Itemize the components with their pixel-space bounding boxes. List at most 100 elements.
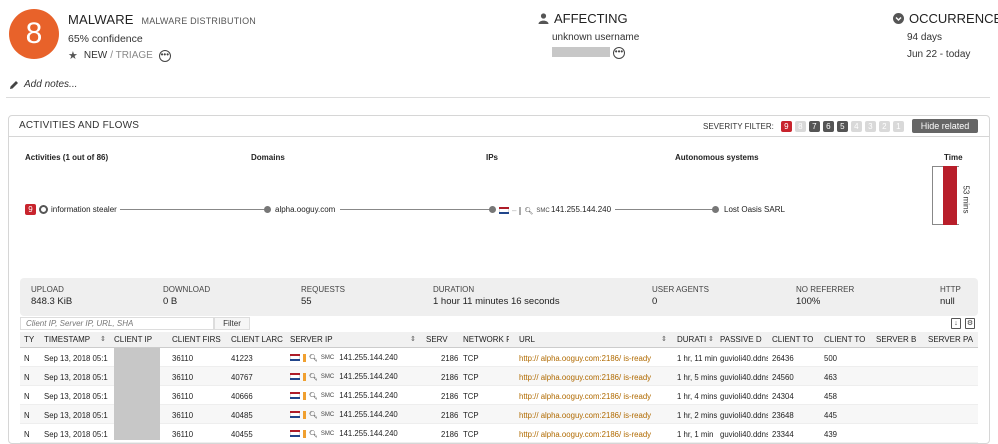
severity-chip-1[interactable]: 1	[892, 121, 904, 132]
cell-server-port: 2186	[441, 373, 459, 382]
column-header[interactable]: CLIENT FIRS	[172, 335, 222, 344]
flow-search-input[interactable]	[20, 317, 214, 330]
search-icon[interactable]: 🔍︎	[309, 430, 318, 438]
column-header[interactable]: SERVER PA	[928, 335, 974, 344]
activity-label[interactable]: information stealer	[51, 205, 117, 214]
severity-chip-9[interactable]: 9	[780, 121, 792, 132]
cell-server-port: 2186	[441, 354, 459, 363]
hide-related-button[interactable]: Hide related	[912, 119, 978, 133]
column-header[interactable]: TIMESTAMP	[44, 335, 100, 344]
column-header[interactable]: SERV	[426, 335, 450, 344]
column-header[interactable]: CLIENT LARC	[231, 335, 283, 344]
column-header[interactable]: TY	[24, 335, 38, 344]
column-header[interactable]: SERVER B	[876, 335, 920, 344]
cell-url[interactable]: http:// alpha.ooguy.com:2186/ is-ready	[519, 354, 651, 363]
url-host[interactable]: alpha.ooguy.com:2186	[541, 373, 619, 382]
search-icon[interactable]: 🔍︎	[309, 392, 318, 400]
column-header[interactable]: CLIENT TO	[824, 335, 868, 344]
column-header[interactable]: DURATI	[677, 335, 707, 344]
activity-node-icon[interactable]	[39, 205, 48, 214]
sort-icon[interactable]: ⇕	[708, 335, 714, 343]
url-scheme[interactable]: http://	[519, 373, 539, 382]
more-options-icon[interactable]: •••	[613, 47, 625, 59]
search-icon[interactable]: 🔍︎	[309, 354, 318, 362]
cell-url[interactable]: http:// alpha.ooguy.com:2186/ is-ready	[519, 373, 651, 382]
sort-icon[interactable]: ⇕	[410, 335, 416, 343]
domain-label[interactable]: alpha.ooguy.com	[275, 205, 335, 214]
url-scheme[interactable]: http://	[519, 354, 539, 363]
server-ip-text[interactable]: 141.255.144.240	[339, 391, 398, 400]
severity-chip-2[interactable]: 2	[878, 121, 890, 132]
column-header[interactable]: NETWORK F	[463, 335, 509, 344]
url-scheme[interactable]: http://	[519, 411, 539, 420]
cell-client-first: 36110	[172, 392, 194, 401]
severity-chip-8[interactable]: 8	[794, 121, 806, 132]
occurrence-range: Jun 22 - today	[907, 49, 971, 60]
column-header[interactable]: URL	[519, 335, 639, 344]
cell-protocol: TCP	[463, 392, 479, 401]
cell-server-ip[interactable]: 🔍︎ SMC 141.255.144.240	[290, 410, 398, 419]
column-header[interactable]: PASSIVE D	[720, 335, 762, 344]
cell-client-last: 40455	[231, 430, 253, 439]
stat-no-referrer-value: 100%	[796, 296, 821, 307]
add-notes-link[interactable]: Add notes...	[9, 79, 77, 90]
reputation-bar	[303, 372, 306, 381]
flow-link	[615, 209, 715, 210]
netherlands-flag-icon	[290, 411, 300, 418]
server-ip-text[interactable]: 141.255.144.240	[339, 410, 398, 419]
url-host[interactable]: alpha.ooguy.com:2186	[541, 430, 619, 439]
server-ip-text[interactable]: 141.255.144.240	[339, 372, 398, 381]
cell-server-ip[interactable]: 🔍︎ SMC 141.255.144.240	[290, 372, 398, 381]
cell-server-ip[interactable]: 🔍︎ SMC 141.255.144.240	[290, 353, 398, 362]
severity-chip-6[interactable]: 6	[822, 121, 834, 132]
url-host[interactable]: alpha.ooguy.com:2186	[541, 392, 619, 401]
domain-node[interactable]	[264, 206, 271, 213]
column-header[interactable]: CLIENT IP	[114, 335, 158, 344]
sort-icon[interactable]: ⇕	[100, 335, 106, 343]
asn-label[interactable]: Lost Oasis SARL	[724, 205, 785, 214]
more-options-icon[interactable]: •••	[158, 49, 171, 62]
cell-timestamp: Sep 13, 2018 05:1	[44, 354, 108, 363]
severity-chip-4[interactable]: 4	[850, 121, 862, 132]
server-ip-text[interactable]: 141.255.144.240	[339, 429, 398, 438]
asn-node[interactable]	[712, 206, 719, 213]
export-icon[interactable]: ↓	[951, 318, 961, 329]
search-icon[interactable]: 🔍︎	[309, 373, 318, 381]
search-icon[interactable]: 🔍︎	[524, 207, 533, 215]
url-path[interactable]: / is-ready	[619, 392, 651, 401]
severity-chip-7[interactable]: 7	[808, 121, 820, 132]
ip-label[interactable]: 141.255.144.240	[551, 205, 611, 214]
add-notes-label[interactable]: Add notes...	[24, 79, 77, 90]
url-scheme[interactable]: http://	[519, 392, 539, 401]
filter-button[interactable]: Filter	[214, 317, 250, 330]
reputation-bar	[303, 391, 306, 400]
cell-client-total: 23648	[772, 411, 794, 420]
url-path[interactable]: / is-ready	[619, 373, 651, 382]
cell-passive-dns: guvioli40.ddns	[720, 392, 768, 401]
status-label[interactable]: NEW	[84, 50, 107, 61]
cell-url[interactable]: http:// alpha.ooguy.com:2186/ is-ready	[519, 430, 651, 439]
url-host[interactable]: alpha.ooguy.com:2186	[541, 354, 619, 363]
cell-server-ip[interactable]: 🔍︎ SMC 141.255.144.240	[290, 391, 398, 400]
ip-node[interactable]	[489, 206, 496, 213]
server-ip-text[interactable]: 141.255.144.240	[339, 353, 398, 362]
url-path[interactable]: / is-ready	[619, 354, 651, 363]
cell-url[interactable]: http:// alpha.ooguy.com:2186/ is-ready	[519, 411, 651, 420]
severity-chip-3[interactable]: 3	[864, 121, 876, 132]
stage-label[interactable]: / TRIAGE	[110, 50, 153, 61]
sort-icon[interactable]: ⇕	[661, 335, 667, 343]
star-icon[interactable]: ★	[68, 49, 78, 62]
column-header[interactable]: SERVER IP	[290, 335, 380, 344]
cell-server-ip[interactable]: 🔍︎ SMC 141.255.144.240	[290, 429, 398, 438]
cell-client-last: 40485	[231, 411, 253, 420]
url-host[interactable]: alpha.ooguy.com:2186	[541, 411, 619, 420]
url-scheme[interactable]: http://	[519, 430, 539, 439]
activity-severity-badge: 9	[25, 204, 36, 215]
url-path[interactable]: / is-ready	[619, 430, 651, 439]
url-path[interactable]: / is-ready	[619, 411, 651, 420]
column-settings-icon[interactable]: ⚙	[965, 318, 975, 329]
search-icon[interactable]: 🔍︎	[309, 411, 318, 419]
cell-url[interactable]: http:// alpha.ooguy.com:2186/ is-ready	[519, 392, 651, 401]
severity-chip-5[interactable]: 5	[836, 121, 848, 132]
column-header[interactable]: CLIENT TO	[772, 335, 816, 344]
